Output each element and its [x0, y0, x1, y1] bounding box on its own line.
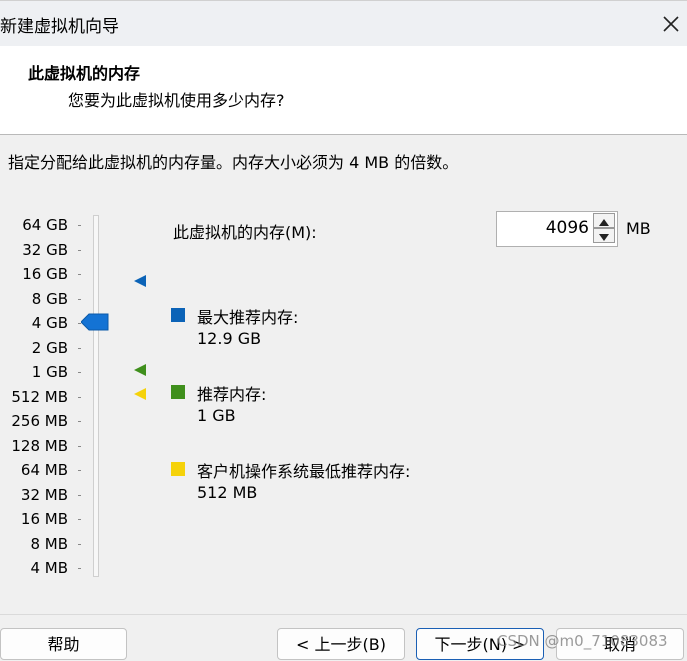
memory-label: 此虚拟机的内存(M): — [173, 223, 317, 242]
scale-tick — [78, 568, 81, 569]
scale-label: 16 GB — [22, 265, 68, 283]
max-recommended-value: 12.9 GB — [197, 329, 262, 348]
scale-label: 32 GB — [22, 240, 68, 259]
min-recommended-marker-icon — [132, 386, 148, 406]
scale-tick — [78, 274, 81, 275]
back-button[interactable]: < 上一步(B) — [277, 628, 405, 660]
wizard-header: 此虚拟机的内存 您要为此虚拟机使用多少内存? — [0, 46, 687, 135]
scale-label: 128 MB — [11, 436, 68, 455]
recommended-value: 1 GB — [197, 406, 236, 425]
scale-tick — [78, 225, 81, 226]
scale-label: 64 GB — [22, 216, 68, 234]
scale-label: 16 MB — [20, 510, 68, 528]
scale-tick — [78, 421, 81, 422]
memory-slider-thumb[interactable] — [80, 313, 109, 331]
scale-tick — [78, 519, 81, 520]
recommended-swatch — [171, 385, 185, 399]
instruction-text: 指定分配给此虚拟机的内存量。内存大小必须为 4 MB 的倍数。 — [8, 153, 459, 172]
memory-slider-track[interactable] — [93, 215, 99, 577]
page-title: 此虚拟机的内存 — [28, 64, 141, 83]
min-recommended-value: 512 MB — [197, 483, 258, 502]
scale-tick — [78, 396, 81, 398]
scale-tick — [78, 445, 81, 447]
scale-tick — [78, 249, 81, 251]
min-recommended-swatch — [171, 462, 185, 476]
scale-tick — [78, 347, 81, 349]
scale-label: 4 GB — [31, 314, 68, 332]
scale-label: 2 GB — [31, 338, 68, 357]
scale-tick — [78, 372, 81, 373]
recommended-marker-icon — [132, 362, 148, 382]
page-subtitle: 您要为此虚拟机使用多少内存? — [68, 91, 285, 110]
spin-down-button[interactable] — [593, 228, 615, 243]
recommended-title: 推荐内存: — [197, 385, 267, 404]
scale-label: 8 MB — [30, 534, 68, 553]
watermark-text: CSDN @m0_71083083 — [497, 632, 668, 650]
scale-tick — [78, 470, 81, 471]
memory-unit: MB — [626, 219, 651, 238]
spin-up-button[interactable] — [593, 213, 615, 228]
min-recommended-title: 客户机操作系统最低推荐内存: — [197, 462, 411, 481]
max-recommended-swatch — [171, 308, 185, 322]
scale-tick — [78, 494, 81, 496]
scale-label: 1 GB — [31, 363, 68, 381]
title-bar: 新建虚拟机向导 — [0, 0, 687, 47]
max-recommended-marker-icon — [132, 273, 148, 293]
scale-label: 256 MB — [11, 412, 68, 430]
scale-tick — [78, 298, 81, 300]
close-icon[interactable] — [658, 11, 684, 37]
scale-label: 8 GB — [31, 289, 68, 308]
scale-label: 4 MB — [30, 559, 68, 577]
max-recommended-title: 最大推荐内存: — [197, 308, 299, 327]
scale-label: 32 MB — [20, 485, 68, 504]
scale-label: 64 MB — [20, 461, 68, 479]
chevron-down-icon — [599, 234, 609, 241]
scale-label: 512 MB — [11, 387, 68, 406]
help-button[interactable]: 帮助 — [0, 628, 127, 660]
memory-input[interactable] — [499, 214, 589, 242]
scale-tick — [78, 543, 81, 545]
window-title: 新建虚拟机向导 — [0, 17, 119, 37]
memory-spinbox — [496, 211, 618, 247]
